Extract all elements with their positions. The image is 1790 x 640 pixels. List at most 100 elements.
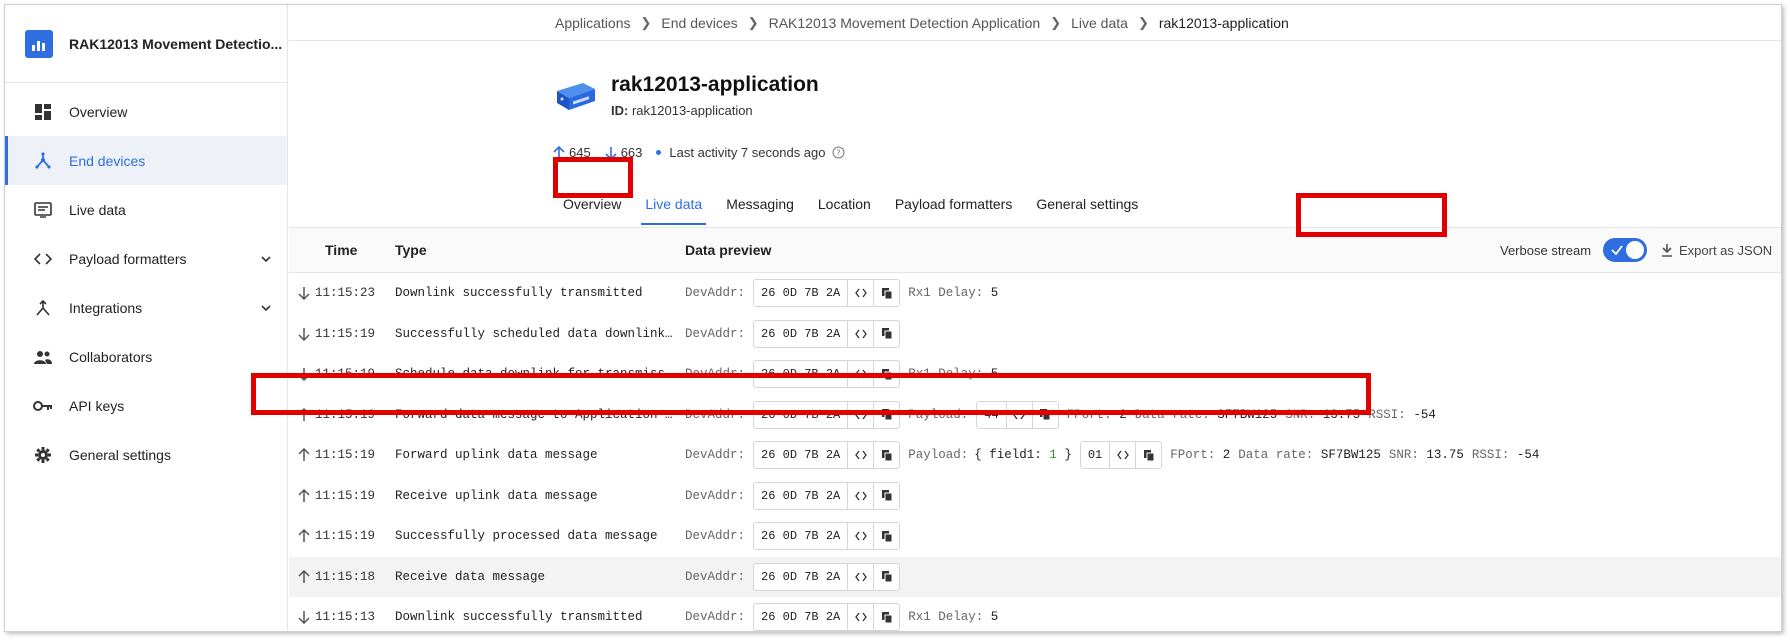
breadcrumb-item[interactable]: RAK12013 Movement Detection Application — [769, 15, 1041, 31]
row-type: Downlink successfully transmitted — [395, 610, 643, 625]
devaddr-value: 26 0D 7B 2A — [761, 326, 841, 341]
tab-general-settings[interactable]: General settings — [1024, 181, 1150, 227]
table-row[interactable]: 11:15:19 Successfully scheduled data down… — [289, 314, 1781, 355]
sidebar-nav: Overview End devices Live data Payload form… — [5, 83, 287, 479]
decoded-payload: { field1: 1 } — [974, 448, 1072, 463]
copy-icon[interactable] — [1031, 401, 1058, 428]
arrow-down-icon — [297, 610, 311, 628]
sidebar-item-integrations[interactable]: Integrations — [5, 283, 287, 332]
devaddr-value: 26 0D 7B 2A — [761, 610, 841, 625]
code-icon[interactable] — [847, 482, 873, 509]
sidebar-item-label: Payload formatters — [69, 250, 187, 267]
copy-icon[interactable] — [873, 401, 899, 428]
table-row[interactable]: 11:15:19 Forward uplink data message DevAd… — [289, 435, 1781, 476]
row-type: Schedule data downlink for transmission — [395, 367, 677, 382]
metadata-key: Rx1 Delay: — [908, 286, 984, 301]
row-metadata: Rx1 Delay: 5 — [908, 610, 998, 624]
devaddr-value: 26 0D 7B 2A — [761, 367, 841, 382]
devaddr-label: DevAddr: — [685, 407, 746, 422]
verbose-stream-label: Verbose stream — [1500, 242, 1592, 258]
row-type: Forward data message to Application Serv… — [395, 407, 677, 422]
devaddr-value: 26 0D 7B 2A — [761, 448, 841, 463]
table-row[interactable]: 11:15:13 Downlink successfully transmitte… — [289, 597, 1781, 631]
copy-icon[interactable] — [873, 604, 899, 631]
row-metadata: FPort: 2 — [1170, 448, 1230, 462]
row-time: 11:15:13 — [315, 610, 376, 625]
row-time: 11:15:19 — [315, 326, 376, 341]
tab-overview[interactable]: Overview — [551, 181, 633, 227]
copy-icon[interactable] — [873, 320, 899, 347]
metadata-key: Rx1 Delay: — [908, 367, 984, 382]
copy-icon[interactable] — [873, 280, 899, 307]
tab-payload-formatters[interactable]: Payload formatters — [883, 181, 1025, 227]
live-data-table: 11:15:23 Downlink successfully transmitte… — [289, 273, 1781, 631]
copy-icon[interactable] — [873, 563, 899, 590]
code-icon[interactable] — [847, 442, 873, 469]
dashboard-icon — [33, 102, 53, 122]
sidebar-item-label: General settings — [69, 446, 171, 463]
code-icon[interactable] — [847, 320, 873, 347]
row-data-preview: DevAddr: 26 0D 7B 2A — [685, 522, 908, 551]
code-icon[interactable] — [847, 361, 873, 388]
breadcrumb-item[interactable]: Applications — [555, 15, 631, 31]
sidebar-item-live-data[interactable]: Live data — [5, 185, 287, 234]
sidebar-item-general-settings[interactable]: General settings — [5, 430, 287, 479]
breadcrumb-item[interactable]: Live data — [1071, 15, 1128, 31]
export-json-button[interactable]: Export as JSON — [1661, 243, 1772, 258]
last-activity: Last activity 7 seconds ago — [669, 145, 826, 160]
check-icon — [1611, 245, 1623, 256]
table-row[interactable]: 11:15:19 Successfully processed data mess… — [289, 516, 1781, 557]
arrow-up-icon — [297, 407, 311, 426]
sidebar-item-collaborators[interactable]: Collaborators — [5, 332, 287, 381]
row-time: 11:15:23 — [315, 286, 376, 301]
sidebar-item-label: API keys — [69, 397, 125, 414]
code-icon[interactable] — [847, 604, 873, 631]
copy-icon[interactable] — [873, 482, 899, 509]
tab-live-data[interactable]: Live data — [633, 181, 714, 227]
breadcrumb-item[interactable]: End devices — [661, 15, 737, 31]
tab-messaging[interactable]: Messaging — [714, 181, 806, 227]
devaddr-label: DevAddr: — [685, 286, 746, 301]
activity-dot — [656, 150, 662, 155]
help-icon[interactable]: ? — [832, 146, 845, 159]
code-icon[interactable] — [847, 523, 873, 550]
row-time: 11:15:19 — [315, 367, 376, 382]
table-row[interactable]: 11:15:23 Downlink successfully transmitte… — [289, 273, 1781, 314]
code-icon[interactable] — [1005, 401, 1032, 428]
sidebar-item-payload-formatters[interactable]: Payload formatters — [5, 234, 287, 283]
toggle-knob — [1626, 241, 1645, 259]
sidebar-item-label: Collaborators — [69, 348, 153, 365]
copy-icon[interactable] — [873, 442, 899, 469]
copy-icon[interactable] — [873, 523, 899, 550]
sidebar-item-api-keys[interactable]: API keys — [5, 381, 287, 430]
copy-icon[interactable] — [873, 361, 899, 388]
chevron-down-icon[interactable] — [259, 252, 273, 266]
sidebar-item-end-devices[interactable]: End devices — [5, 136, 287, 185]
payload-value: 44 — [984, 407, 999, 422]
copy-icon[interactable] — [1135, 442, 1161, 469]
devaddr-chip: 26 0D 7B 2A — [753, 522, 901, 551]
row-data-preview: DevAddr: 26 0D 7B 2A Payload: { field1: 1 }… — [685, 441, 1547, 470]
table-row[interactable]: 11:15:19 Receive uplink data message DevAd… — [289, 476, 1781, 517]
verbose-stream-toggle[interactable] — [1603, 238, 1648, 262]
sidebar-item-overview[interactable]: Overview — [5, 87, 287, 136]
table-row[interactable]: 11:15:18 Receive data message DevAddr: 26 0… — [289, 556, 1781, 597]
decoded-value: 1 — [1049, 448, 1057, 463]
metadata-key: Data rate: — [1134, 407, 1210, 422]
row-time: 11:15:19 — [315, 529, 376, 544]
table-row[interactable]: 11:15:19 Schedule data downlink for trans… — [289, 354, 1781, 395]
metadata-key: SNR: — [1285, 407, 1316, 422]
verbose-stream-control: Verbose stream — [1500, 238, 1648, 262]
code-icon[interactable] — [847, 401, 873, 428]
arrow-up-icon — [297, 528, 311, 547]
code-icon[interactable] — [847, 280, 873, 307]
arrow-up-icon — [297, 569, 311, 588]
table-row[interactable]: 11:15:19 Forward data message to Applicat… — [289, 395, 1781, 436]
gear-icon — [33, 445, 53, 465]
chevron-down-icon[interactable] — [259, 301, 273, 315]
code-icon[interactable] — [1109, 442, 1135, 469]
app-header[interactable]: RAK12013 Movement Detectio... — [5, 5, 287, 83]
row-data-preview: DevAddr: 26 0D 7B 2A Payload: 44 FPort: 2 Dat… — [685, 400, 1444, 429]
code-icon[interactable] — [847, 563, 873, 590]
tab-location[interactable]: Location — [806, 181, 883, 227]
